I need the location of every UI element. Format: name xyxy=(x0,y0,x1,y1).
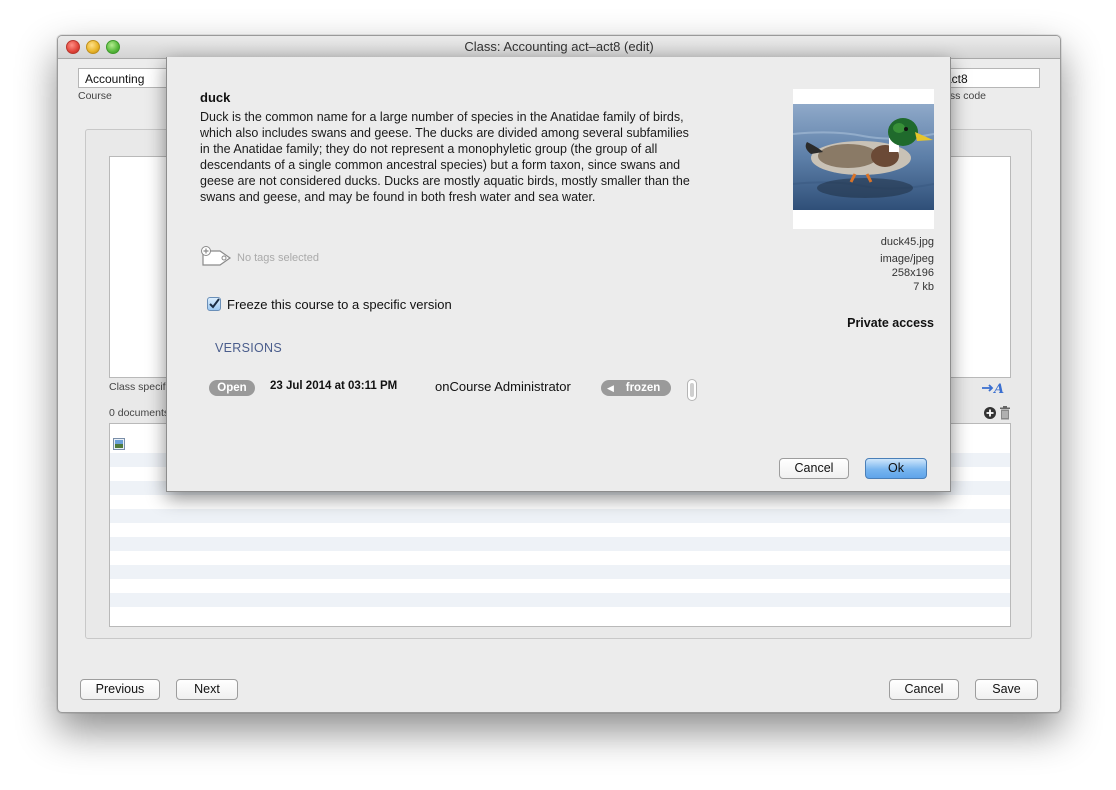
versions-heading: VERSIONS xyxy=(215,341,282,355)
title-bar[interactable]: Class: Accounting act–act8 (edit) xyxy=(58,36,1060,59)
frozen-label: frozen xyxy=(625,382,661,394)
previous-button[interactable]: Previous xyxy=(80,679,160,700)
tag-icon[interactable] xyxy=(200,246,236,268)
svg-text:A: A xyxy=(992,382,1004,396)
freeze-label[interactable]: Freeze this course to a specific version xyxy=(227,297,452,312)
tags-placeholder[interactable]: No tags selected xyxy=(237,252,319,264)
document-sheet: duck Duck is the common name for a large… xyxy=(166,57,951,492)
version-user: onCourse Administrator xyxy=(435,379,571,394)
class-code-field[interactable]: act8 xyxy=(938,68,1040,88)
next-button[interactable]: Next xyxy=(176,679,238,700)
file-name: duck45.jpg xyxy=(880,236,934,248)
ok-button[interactable]: Ok xyxy=(865,458,927,479)
version-scroll-thumb[interactable] xyxy=(687,379,697,401)
trash-icon[interactable] xyxy=(999,406,1011,420)
window-title: Class: Accounting act–act8 (edit) xyxy=(464,39,654,54)
sheet-cancel-button[interactable]: Cancel xyxy=(779,458,849,479)
document-thumbnail[interactable] xyxy=(793,89,934,229)
version-date: 23 Jul 2014 at 03:11 PM xyxy=(270,380,398,392)
duck-image xyxy=(793,104,934,210)
document-title: duck xyxy=(200,90,231,105)
class-specific-label: Class specifi xyxy=(109,381,168,393)
document-description: Duck is the common name for a large numb… xyxy=(200,110,690,204)
access-level[interactable]: Private access xyxy=(847,316,934,330)
freeze-checkbox[interactable] xyxy=(207,297,221,311)
mime-type: image/jpeg xyxy=(880,253,934,265)
course-label: Course xyxy=(78,90,112,102)
window-cancel-button[interactable]: Cancel xyxy=(889,679,959,700)
version-status-badge[interactable]: Open xyxy=(209,380,255,396)
frozen-toggle[interactable]: ◀ frozen xyxy=(601,380,671,396)
image-dimensions: 258x196 xyxy=(891,267,934,279)
save-button[interactable]: Save xyxy=(975,679,1038,700)
left-arrow-icon: ◀ xyxy=(607,383,614,393)
image-file-icon[interactable] xyxy=(113,438,125,450)
plus-circle-icon[interactable] xyxy=(983,406,997,420)
insert-text-icon[interactable]: A xyxy=(980,380,1008,397)
documents-count: 0 documents xyxy=(109,407,170,419)
file-size: 7 kb xyxy=(913,281,934,293)
